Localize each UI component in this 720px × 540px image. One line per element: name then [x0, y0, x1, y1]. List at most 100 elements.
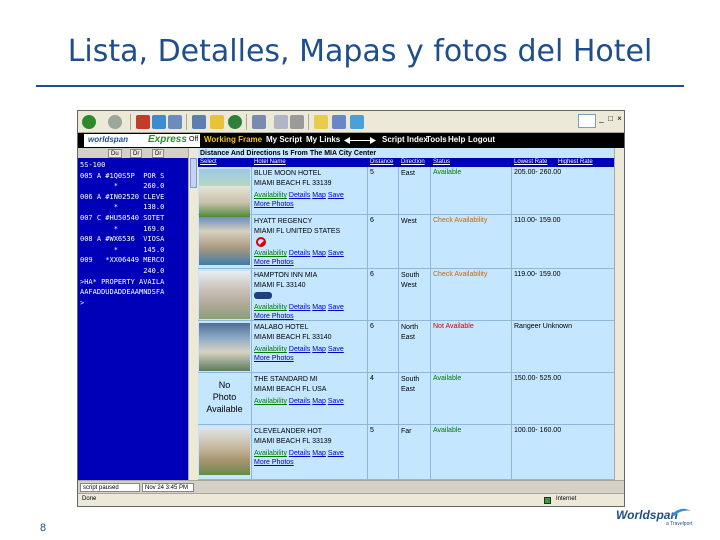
- column-lowest-rate[interactable]: Lowest Rate: [514, 159, 547, 165]
- terminal-line: * 169.0: [80, 224, 165, 233]
- menu-my-script[interactable]: My Script: [266, 135, 302, 144]
- media-icon[interactable]: [228, 115, 242, 129]
- map-link[interactable]: Map: [312, 398, 326, 405]
- save-link[interactable]: Save: [328, 346, 344, 353]
- save-link[interactable]: Save: [328, 304, 344, 311]
- terminal-line: 009 *XX06449 MERCO: [80, 256, 165, 265]
- more-photos-link[interactable]: More Photos: [254, 355, 294, 362]
- details-link[interactable]: Details: [289, 192, 310, 199]
- favorites-icon[interactable]: [210, 115, 224, 129]
- hotel-photo[interactable]: [199, 427, 250, 475]
- nav-arrows-icon[interactable]: [342, 136, 378, 145]
- hotel-list-scrollbar[interactable]: [614, 148, 624, 480]
- script-status-field[interactable]: script paused: [80, 483, 140, 492]
- availability-link[interactable]: Availability: [254, 304, 287, 311]
- distance-value: 6: [370, 323, 374, 330]
- terminal-window[interactable]: Du Dr Dr 5S-100 005 A #1Q0S5P POR S * 260…: [78, 148, 188, 480]
- back-icon[interactable]: [82, 115, 96, 129]
- direction-value: East: [401, 170, 416, 177]
- maximize-icon[interactable]: □: [606, 114, 615, 124]
- map-link[interactable]: Map: [312, 346, 326, 353]
- terminal-line: 005 A #1Q0S5P POR S: [80, 171, 165, 180]
- command-bar: script paused Nov 24 3:45 PM: [78, 480, 624, 493]
- hotel-photo[interactable]: [199, 323, 250, 371]
- column-hotel-name[interactable]: Hotel Name: [254, 159, 286, 165]
- details-link[interactable]: Details: [289, 346, 310, 353]
- availability-status[interactable]: Available: [433, 375, 461, 382]
- datetime-field: Nov 24 3:45 PM: [142, 483, 194, 492]
- map-link[interactable]: Map: [312, 250, 326, 257]
- menu-script-index[interactable]: Script Index: [382, 135, 428, 144]
- zone-text: Internet: [556, 496, 577, 502]
- close-icon[interactable]: ×: [615, 114, 624, 124]
- minimize-icon[interactable]: _: [597, 114, 606, 124]
- home-icon[interactable]: [168, 115, 182, 129]
- availability-status[interactable]: Available: [433, 169, 461, 176]
- menu-help[interactable]: Help: [448, 135, 465, 144]
- menu-my-links[interactable]: My Links: [306, 135, 340, 144]
- save-link[interactable]: Save: [328, 192, 344, 199]
- terminal-scrollbar[interactable]: [188, 148, 198, 480]
- details-link[interactable]: Details: [289, 250, 310, 257]
- scroll-thumb[interactable]: [190, 158, 197, 188]
- menu-tools[interactable]: Tools: [426, 135, 447, 144]
- swoosh-icon: [671, 508, 691, 516]
- column-direction[interactable]: Direction: [401, 159, 425, 165]
- details-link[interactable]: Details: [289, 450, 310, 457]
- terminal-tab[interactable]: Dr: [152, 149, 165, 158]
- availability-status[interactable]: Not Available: [433, 323, 474, 330]
- availability-link[interactable]: Availability: [254, 250, 287, 257]
- hotel-name: HAMPTON INN MIA MIAMI FL 33140: [254, 272, 318, 289]
- column-divider: [251, 167, 252, 480]
- details-link[interactable]: Details: [289, 304, 310, 311]
- edit-icon[interactable]: [314, 115, 328, 129]
- map-link[interactable]: Map: [312, 304, 326, 311]
- worldspan-logo: Worldspan a Travelport: [612, 506, 694, 528]
- availability-link[interactable]: Availability: [254, 346, 287, 353]
- print-icon[interactable]: [290, 115, 304, 129]
- terminal-line: >HA* PROPERTY AVAILA: [80, 277, 165, 286]
- hotel-photo[interactable]: [199, 169, 250, 217]
- save-link[interactable]: Save: [328, 250, 344, 257]
- more-photos-link[interactable]: More Photos: [254, 313, 294, 320]
- save-link[interactable]: Save: [328, 450, 344, 457]
- details-link[interactable]: Details: [289, 398, 310, 405]
- terminal-line: >: [80, 298, 85, 307]
- forward-icon[interactable]: [108, 115, 122, 129]
- hotel-table-header: Select Hotel Name Distance Direction Sta…: [198, 158, 614, 167]
- availability-status[interactable]: Check Availability: [433, 271, 487, 278]
- stop-icon[interactable]: [136, 115, 150, 129]
- save-link[interactable]: Save: [328, 398, 344, 405]
- brand-off: Off: [189, 136, 199, 143]
- availability-status[interactable]: Available: [433, 427, 461, 434]
- more-photos-link[interactable]: More Photos: [254, 459, 294, 466]
- search-icon[interactable]: [192, 115, 206, 129]
- availability-link[interactable]: Availability: [254, 398, 287, 405]
- hotel-photo[interactable]: [199, 217, 250, 265]
- menu-working-frame[interactable]: Working Frame: [204, 135, 262, 144]
- availability-link[interactable]: Availability: [254, 450, 287, 457]
- availability-status[interactable]: Check Availability: [433, 217, 487, 224]
- column-distance[interactable]: Distance: [370, 159, 393, 165]
- discuss-icon[interactable]: [332, 115, 346, 129]
- column-highest-rate[interactable]: Highest Rate: [558, 159, 593, 165]
- more-photos-link[interactable]: More Photos: [254, 259, 294, 266]
- column-status[interactable]: Status: [433, 159, 450, 165]
- more-photos-link[interactable]: More Photos: [254, 201, 294, 208]
- messenger-icon[interactable]: [350, 115, 364, 129]
- map-link[interactable]: Map: [312, 450, 326, 457]
- mail-icon[interactable]: [274, 115, 288, 129]
- address-field[interactable]: [578, 114, 596, 128]
- column-select[interactable]: Select: [200, 159, 217, 165]
- menu-logout[interactable]: Logout: [468, 135, 495, 144]
- terminal-tab[interactable]: Dr: [130, 149, 143, 158]
- distance-value: 5: [370, 169, 374, 176]
- toolbar-separator: [246, 114, 247, 130]
- terminal-tab[interactable]: Du: [108, 149, 122, 158]
- rate-range: 110.00- 159.00: [514, 217, 561, 224]
- map-link[interactable]: Map: [312, 192, 326, 199]
- hotel-photo[interactable]: [199, 271, 250, 319]
- availability-link[interactable]: Availability: [254, 192, 287, 199]
- refresh-icon[interactable]: [152, 115, 166, 129]
- history-icon[interactable]: [252, 115, 266, 129]
